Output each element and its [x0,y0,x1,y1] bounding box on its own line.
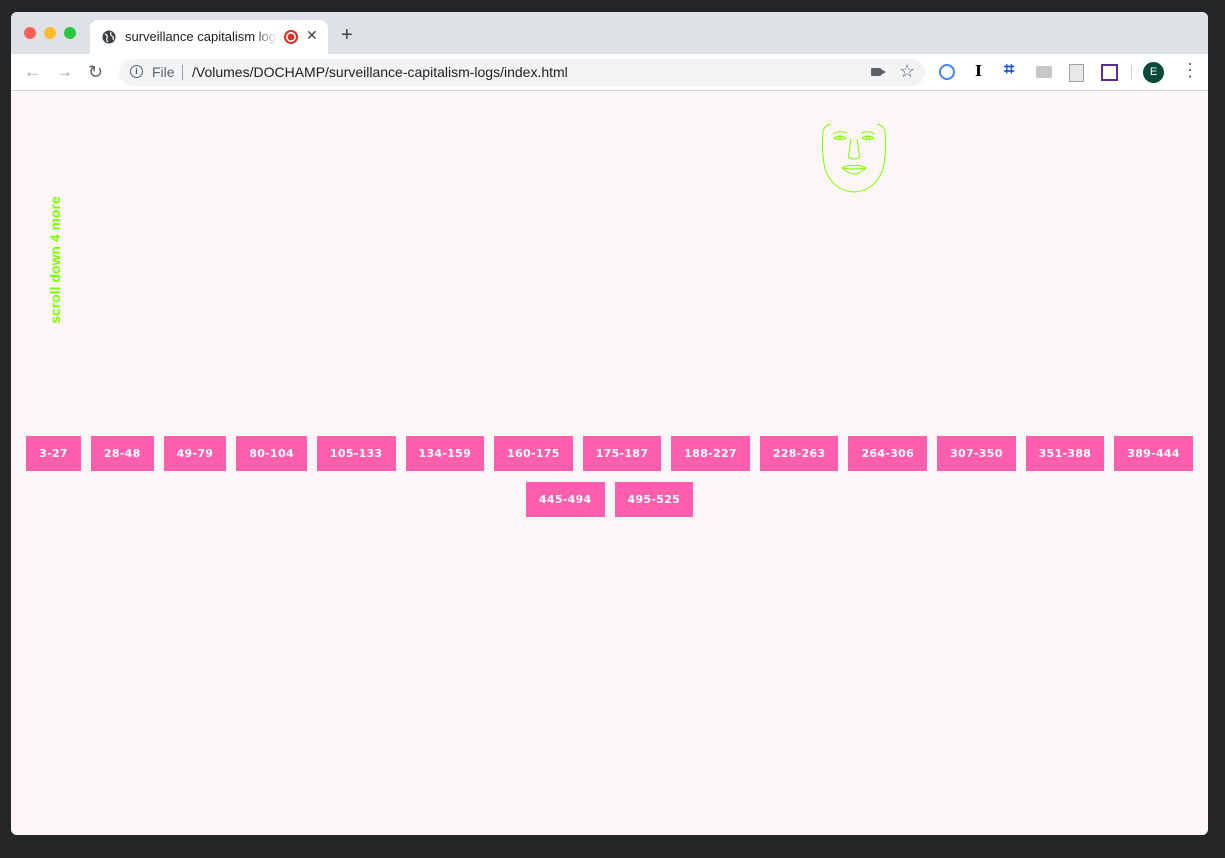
url-text[interactable]: /Volumes/DOCHAMP/surveillance-capitalism… [192,64,568,80]
close-tab-icon[interactable]: ✕ [306,27,318,44]
range-link-button[interactable]: 134-159 [405,436,485,471]
address-bar[interactable]: i File /Volumes/DOCHAMP/surveillance-cap… [119,59,925,86]
maximize-window-button[interactable] [64,27,76,39]
back-button[interactable]: ← [24,62,41,82]
range-link-button[interactable]: 188-227 [671,436,750,471]
browser-toolbar: ← → ↻ i File /Volumes/DOCHAMP/surveillan… [11,54,1208,91]
tab-active[interactable]: surveillance capitalism logs ✕ [90,20,328,54]
forward-button[interactable]: → [56,62,73,82]
range-link-button[interactable]: 389-444 [1114,436,1193,471]
page-content: scroll down 4 more 3-27 28-48 49-79 80-104 1… [11,91,1208,835]
tab-strip: surveillance capitalism logs ✕ + [11,12,1208,54]
globe-icon [102,30,116,44]
camera-icon[interactable] [871,68,886,76]
range-link-button[interactable]: 351-388 [1025,436,1105,471]
divider [182,65,183,80]
password-manager-extension-icon[interactable] [939,64,955,80]
range-link-button[interactable]: 49-79 [163,436,227,471]
range-buttons-row: 445-494 495-525 [11,482,1208,517]
new-tab-button[interactable]: + [341,25,353,45]
close-window-button[interactable] [24,27,36,39]
range-link-button[interactable]: 80-104 [236,436,307,471]
minimize-window-button[interactable] [44,27,56,39]
range-link-button[interactable]: 175-187 [582,436,662,471]
range-link-button[interactable]: 105-133 [316,436,396,471]
range-link-button[interactable]: 264-306 [848,436,928,471]
range-link-button[interactable]: 3-27 [26,436,81,471]
scheme-label: File [152,64,175,80]
bookmark-star-icon[interactable]: ☆ [899,61,915,82]
kebab-menu-icon[interactable]: ⋮ [1181,60,1199,80]
profile-avatar[interactable]: E [1143,62,1164,83]
divider [1131,65,1132,80]
range-buttons-row: 3-27 28-48 49-79 80-104 105-133 134-159 160-17… [11,436,1208,471]
tab-title: surveillance capitalism logs [125,29,277,44]
range-link-button[interactable]: 445-494 [525,482,605,517]
range-link-button[interactable]: 307-350 [937,436,1016,471]
range-link-button[interactable]: 228-263 [759,436,839,471]
document-extension-icon[interactable] [1069,64,1084,82]
face-wireframe-icon [821,123,887,193]
range-link-button[interactable]: 160-175 [494,436,573,471]
layout-extension-icon[interactable] [1101,64,1118,81]
recording-indicator-icon [284,30,298,44]
scroll-hint-text: scroll down 4 more [47,196,63,324]
range-link-button[interactable]: 495-525 [614,482,694,517]
reload-button[interactable]: ↻ [88,62,103,82]
range-link-button[interactable]: 28-48 [90,436,154,471]
chat-extension-icon[interactable] [1036,66,1052,78]
instapaper-extension-icon[interactable]: I [975,62,993,80]
browser-window: surveillance capitalism logs ✕ + ← → ↻ i… [11,12,1208,835]
info-icon[interactable]: i [130,65,143,78]
hashtag-extension-icon[interactable]: ⌗ [1004,59,1022,79]
